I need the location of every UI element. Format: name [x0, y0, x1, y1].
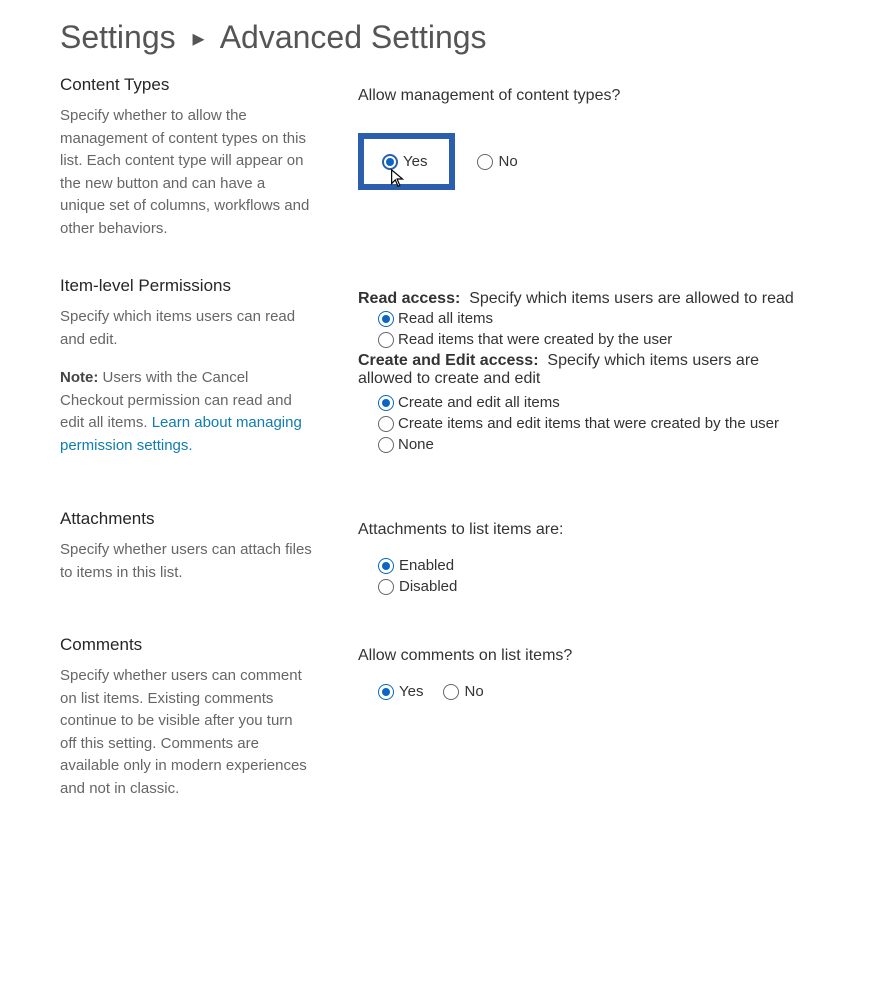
radio-icon — [477, 154, 493, 170]
radio-label: No — [498, 153, 517, 170]
radio-icon — [378, 579, 394, 595]
radio-icon — [378, 311, 394, 327]
section-desc: Specify whether users can attach files t… — [60, 539, 312, 584]
section-title: Content Types — [60, 75, 312, 95]
breadcrumb-current: Advanced Settings — [220, 19, 487, 55]
radio-icon — [378, 332, 394, 348]
section-title: Attachments — [60, 509, 312, 529]
section-item-level: Item-level Permissions Specify which ite… — [60, 276, 816, 473]
section-desc: Specify whether users can comment on lis… — [60, 665, 312, 800]
content-types-no-radio[interactable]: No — [477, 153, 517, 170]
edit-none-radio[interactable]: None — [358, 436, 816, 453]
radio-label: None — [398, 436, 434, 453]
read-access-heading: Read access: Specify which items users a… — [358, 290, 816, 308]
breadcrumb-root[interactable]: Settings — [60, 19, 176, 55]
content-types-yes-radio[interactable]: Yes — [382, 153, 427, 170]
section-title: Item-level Permissions — [60, 276, 312, 296]
cursor-icon — [390, 169, 406, 189]
radio-icon — [443, 684, 459, 700]
radio-label: Enabled — [399, 557, 454, 574]
radio-label: Read all items — [398, 310, 493, 327]
comments-question: Allow comments on list items? — [358, 647, 816, 665]
edit-access-heading: Create and Edit access: Specify which it… — [358, 352, 816, 388]
comments-no-radio[interactable]: No — [443, 683, 483, 700]
section-title: Comments — [60, 635, 312, 655]
breadcrumb: Settings ▸ Advanced Settings — [60, 20, 816, 55]
section-comments: Comments Specify whether users can comme… — [60, 635, 816, 800]
read-own-radio[interactable]: Read items that were created by the user — [358, 331, 816, 348]
content-types-question: Allow management of content types? — [358, 87, 816, 105]
radio-label: No — [464, 683, 483, 700]
section-desc: Specify whether to allow the management … — [60, 105, 312, 240]
attachments-question: Attachments to list items are: — [358, 521, 816, 539]
radio-icon — [378, 558, 394, 574]
radio-icon — [378, 437, 394, 453]
radio-label: Disabled — [399, 578, 457, 595]
radio-label: Read items that were created by the user — [398, 331, 672, 348]
chevron-right-icon: ▸ — [193, 25, 205, 52]
radio-label: Yes — [399, 683, 423, 700]
read-all-radio[interactable]: Read all items — [358, 310, 816, 327]
comments-yes-radio[interactable]: Yes — [378, 683, 423, 700]
radio-icon — [382, 154, 398, 170]
radio-label: Create and edit all items — [398, 394, 560, 411]
edit-own-radio[interactable]: Create items and edit items that were cr… — [358, 415, 816, 432]
radio-label: Create items and edit items that were cr… — [398, 415, 779, 432]
note-label: Note: — [60, 369, 98, 386]
attachments-disabled-radio[interactable]: Disabled — [358, 578, 816, 595]
highlighted-selection: Yes — [358, 133, 455, 190]
radio-label: Yes — [403, 153, 427, 170]
radio-icon — [378, 416, 394, 432]
edit-all-radio[interactable]: Create and edit all items — [358, 394, 816, 411]
section-content-types: Content Types Specify whether to allow t… — [60, 75, 816, 240]
radio-icon — [378, 395, 394, 411]
attachments-enabled-radio[interactable]: Enabled — [358, 557, 816, 574]
section-attachments: Attachments Specify whether users can at… — [60, 509, 816, 599]
section-desc: Specify which items users can read and e… — [60, 306, 312, 457]
radio-icon — [378, 684, 394, 700]
